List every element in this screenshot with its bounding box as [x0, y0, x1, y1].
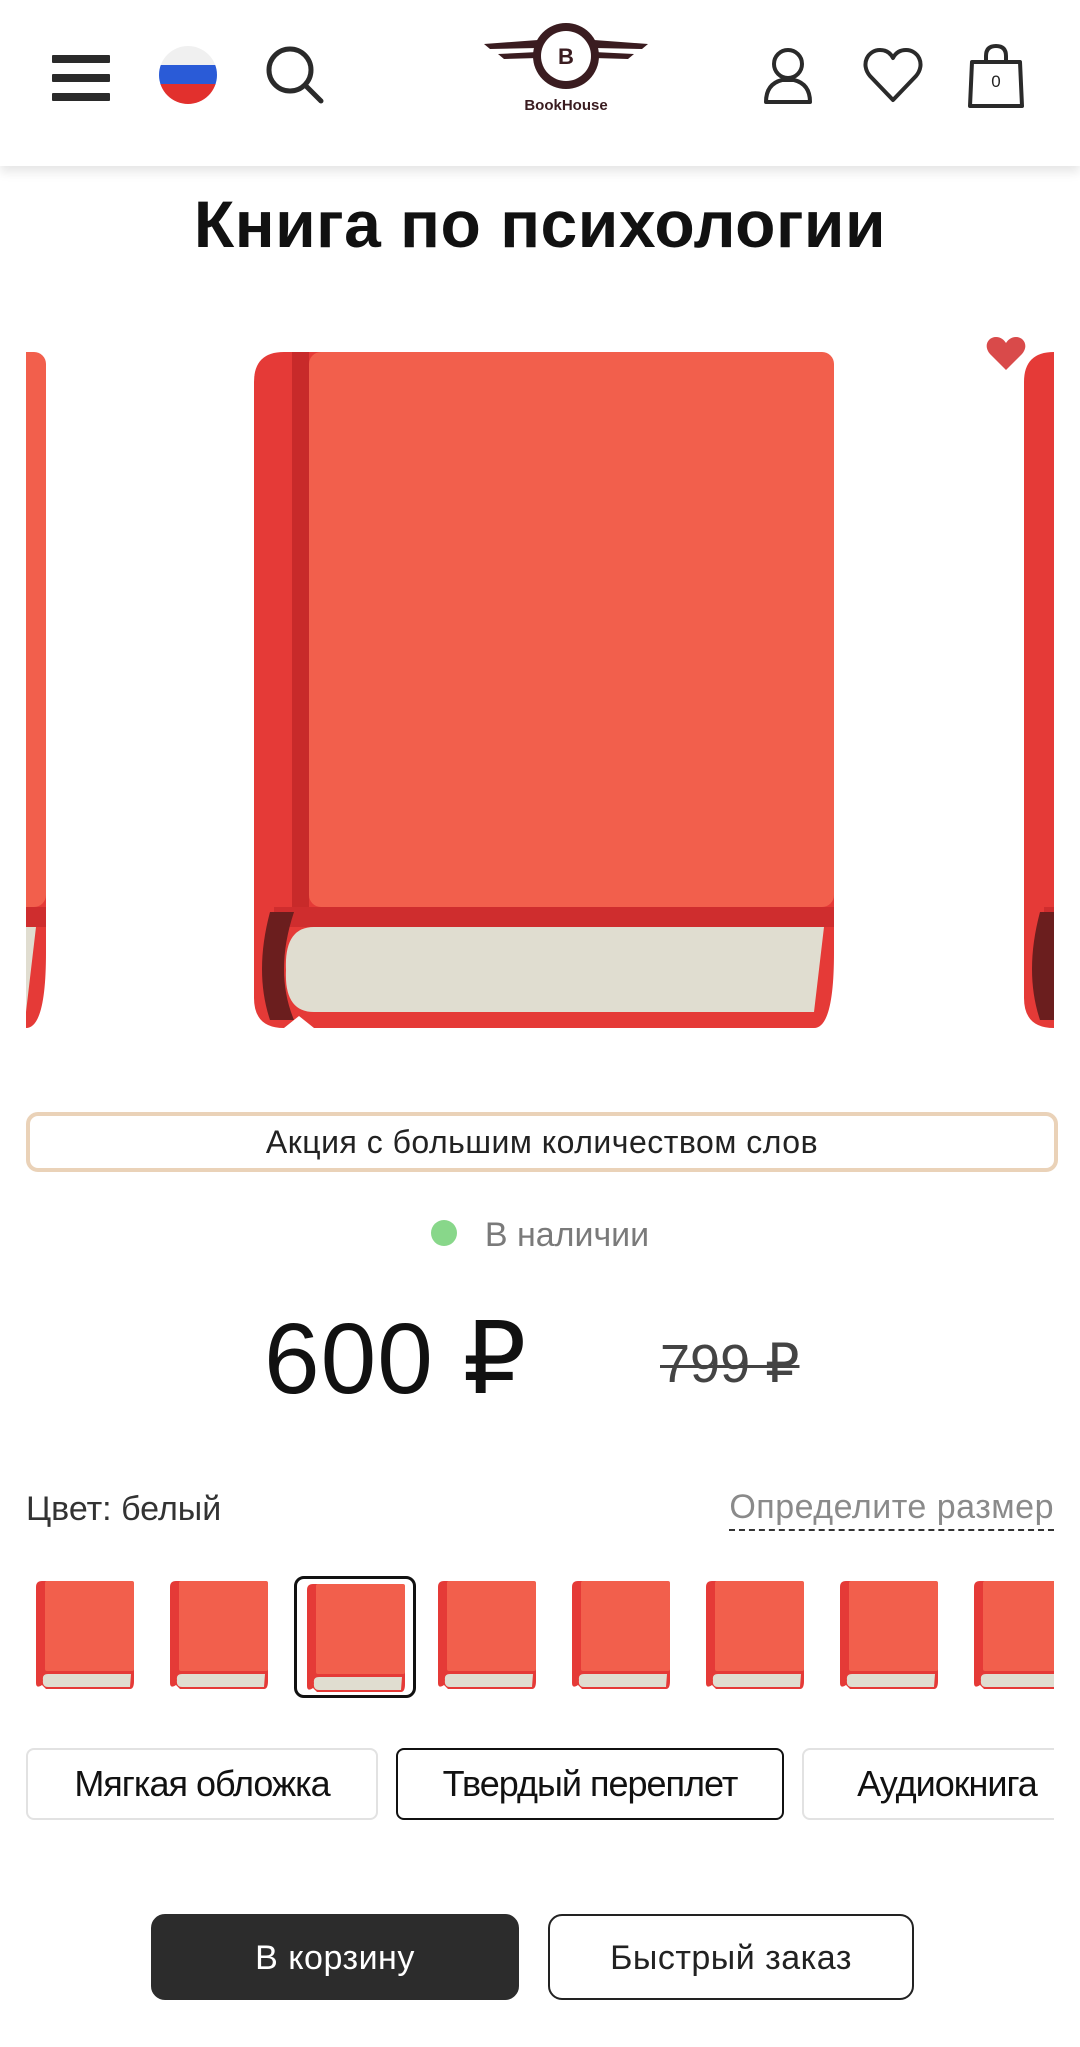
size-guide-link[interactable]: Определите размер	[729, 1488, 1054, 1531]
color-swatches	[26, 1576, 1054, 1700]
favorite-heart-icon[interactable]	[986, 336, 1026, 372]
cart-icon[interactable]: 0	[968, 43, 1028, 108]
format-paperback[interactable]: Мягкая обложка	[26, 1748, 378, 1820]
site-header: B BookHouse 0	[0, 0, 1080, 166]
carousel-slide-current[interactable]	[254, 352, 854, 1028]
color-swatch[interactable]	[696, 1576, 818, 1698]
product-title: Книга по психологии	[193, 187, 887, 261]
color-swatch[interactable]	[830, 1576, 952, 1698]
color-swatch[interactable]	[964, 1576, 1054, 1698]
stock-status: В наличии	[0, 1216, 1080, 1255]
promo-banner: Акция с большим количеством слов	[26, 1112, 1058, 1172]
search-icon[interactable]	[264, 44, 326, 106]
format-hardcover[interactable]: Твердый переплет	[396, 1748, 784, 1820]
carousel-slide-prev[interactable]	[26, 352, 66, 1028]
menu-icon[interactable]	[52, 55, 110, 101]
logo-text: BookHouse	[524, 97, 608, 114]
color-swatch-selected[interactable]	[294, 1576, 416, 1698]
color-label: Цвет: белый	[26, 1490, 222, 1528]
site-logo[interactable]: B BookHouse	[480, 18, 652, 118]
current-price: 600 ₽	[264, 1303, 528, 1415]
russia-flag-icon[interactable]	[159, 46, 217, 104]
product-image-carousel[interactable]	[26, 340, 1054, 1040]
user-icon[interactable]	[758, 44, 818, 108]
stock-label: В наличии	[484, 1216, 650, 1254]
color-swatch[interactable]	[26, 1576, 148, 1698]
cart-count: 0	[991, 72, 1001, 91]
old-price: 799 ₽	[660, 1334, 800, 1394]
stock-dot-icon	[430, 1220, 457, 1247]
logo-letter: B	[558, 44, 574, 69]
color-swatch[interactable]	[562, 1576, 684, 1698]
format-audiobook[interactable]: Аудиокнига	[802, 1748, 1054, 1820]
quick-order-button[interactable]: Быстрый заказ	[548, 1914, 914, 2000]
carousel-slide-next[interactable]	[1024, 352, 1054, 1028]
heart-icon[interactable]	[862, 44, 923, 108]
format-options: Мягкая обложка Твердый переплет Аудиокни…	[26, 1748, 1054, 1824]
add-to-cart-button[interactable]: В корзину	[151, 1914, 519, 2000]
color-swatch[interactable]	[160, 1576, 282, 1698]
color-swatch[interactable]	[428, 1576, 550, 1698]
